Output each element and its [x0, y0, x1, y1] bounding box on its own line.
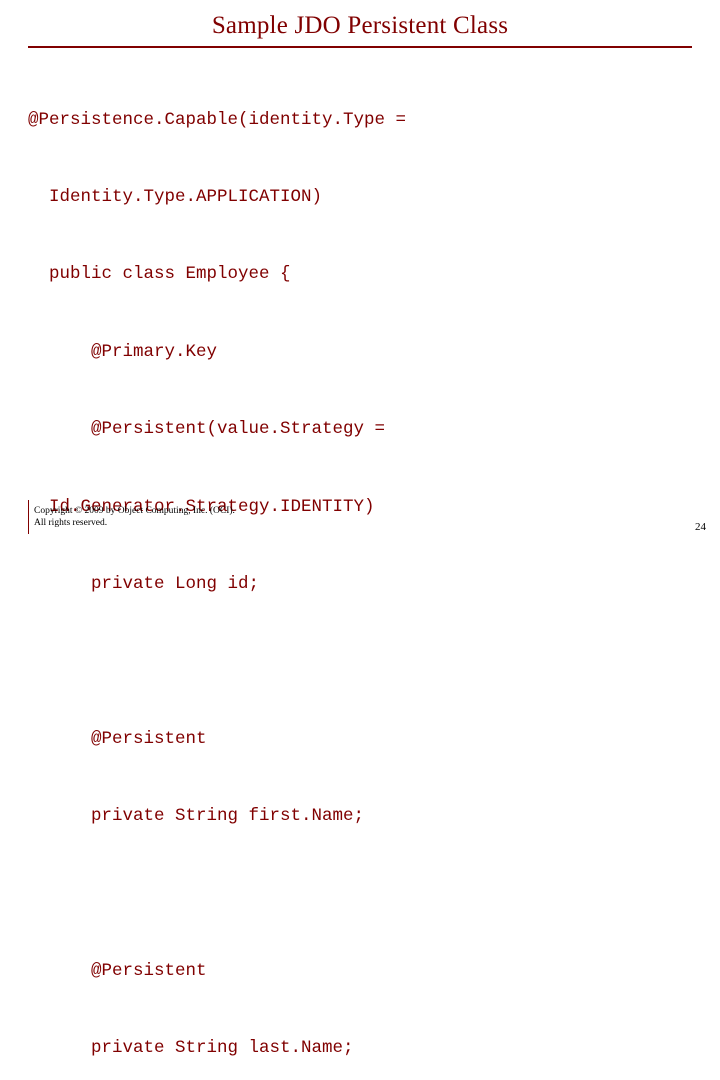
code-line: private String first.Name;	[28, 806, 365, 827]
copyright-line: Copyright © 2009 by Object Computing, In…	[34, 506, 235, 516]
code-block: @Persistence.Capable(identity.Type = Ide…	[28, 56, 698, 1080]
code-line: private Long id;	[28, 573, 260, 594]
page-title: Sample JDO Persistent Class	[211, 12, 509, 39]
rights-line: All rights reserved.	[34, 518, 108, 528]
slide: Sample JDO Persistent Class @Persistence…	[0, 0, 720, 1058]
code-line: @Persistent	[28, 728, 207, 749]
code-line: @Persistence.Capable(identity.Type =	[28, 109, 407, 130]
code-line: @Persistent	[28, 960, 207, 981]
code-line: @Primary.Key	[28, 341, 218, 362]
code-line: Identity.Type.APPLICATION)	[28, 186, 323, 207]
code-line: private String last.Name;	[28, 1038, 354, 1059]
footer-divider	[28, 500, 29, 534]
code-line: public class Employee {	[28, 264, 291, 285]
code-line: @Persistent(value.Strategy =	[28, 419, 386, 440]
title-divider	[28, 46, 692, 48]
page-number: 24	[695, 521, 706, 533]
copyright-footer: Copyright © 2009 by Object Computing, In…	[34, 505, 235, 529]
